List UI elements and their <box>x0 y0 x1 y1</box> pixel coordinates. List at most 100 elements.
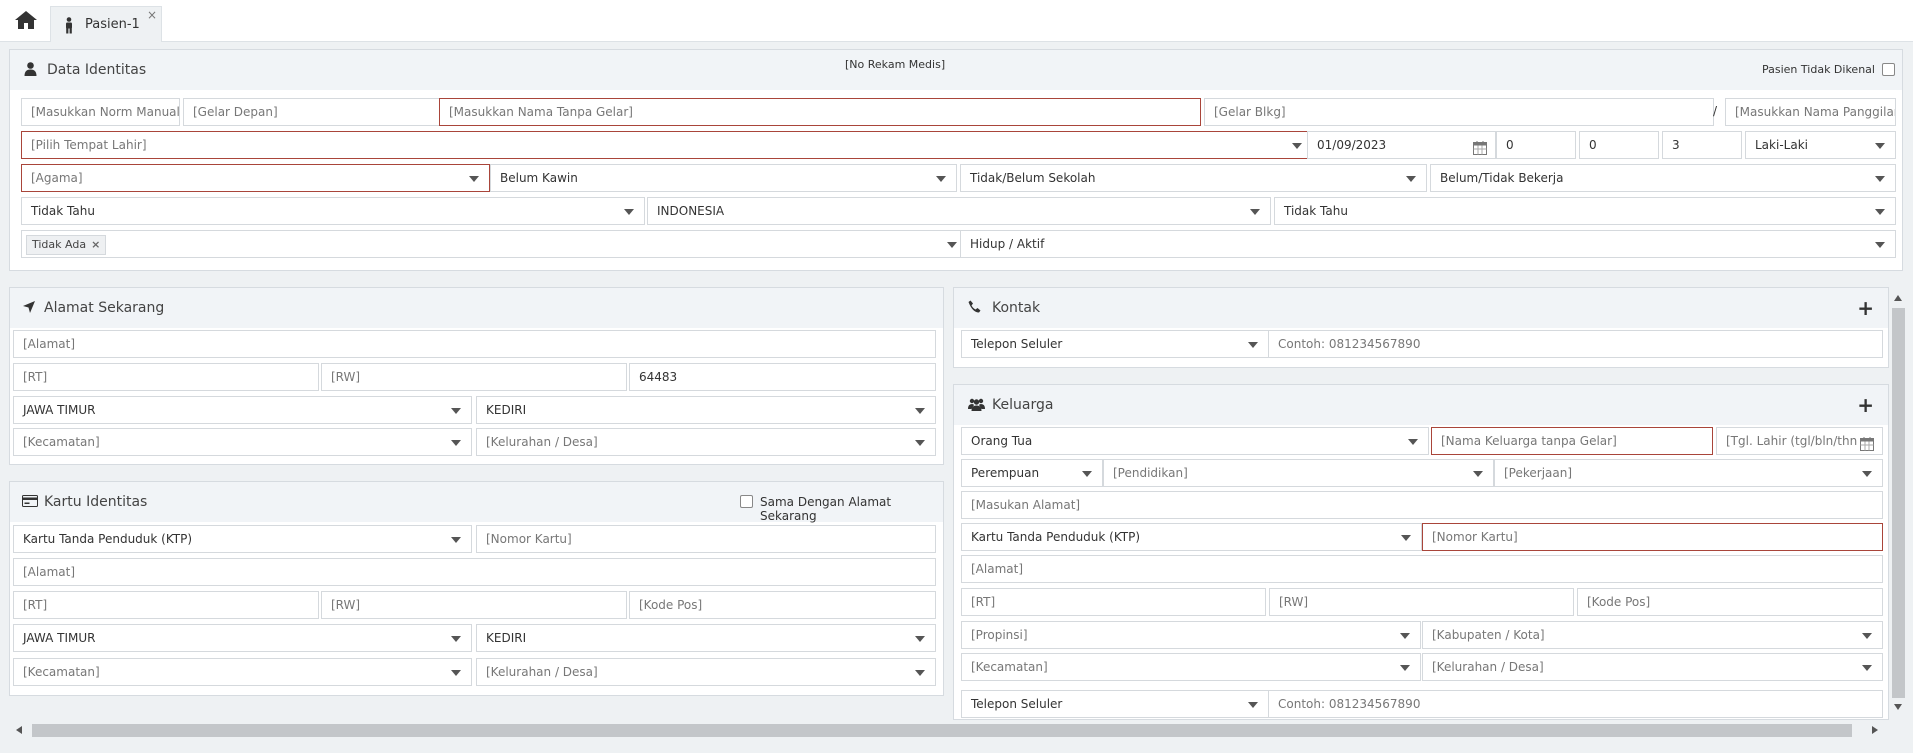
keluarga-kecamatan-select[interactable]: [Kecamatan] <box>961 653 1421 681</box>
kartu-propinsi-select[interactable]: JAWA TIMUR <box>13 624 472 652</box>
gelar-depan-input[interactable]: [Gelar Depan] <box>183 98 445 126</box>
scrollbar-thumb[interactable] <box>32 724 1852 737</box>
gol-darah-select[interactable]: Tidak Tahu <box>21 197 645 225</box>
jenis-kelamin-select[interactable]: Laki-Laki <box>1745 131 1896 159</box>
keluarga-pendidikan-select[interactable]: [Pendidikan] <box>1103 459 1494 487</box>
keluarga-pekerjaan-select[interactable]: [Pekerjaan] <box>1494 459 1883 487</box>
kartu-rw-input[interactable]: [RW] <box>321 591 627 619</box>
panel-title: Data Identitas <box>47 62 147 78</box>
keluarga-kartu-jenis-select[interactable]: Kartu Tanda Penduduk (KTP) <box>961 523 1422 551</box>
nama-input[interactable]: [Masukkan Nama Tanpa Gelar] <box>439 98 1201 126</box>
calendar-icon[interactable] <box>1473 138 1487 158</box>
keluarga-propinsi-select[interactable]: [Propinsi] <box>961 621 1421 649</box>
panel-alamat-sekarang: Alamat Sekarang [Alamat] [RT] [RW] 64483… <box>9 287 944 465</box>
kartu-rt-input[interactable]: [RT] <box>13 591 319 619</box>
same-address-label: Sama Dengan Alamat Sekarang <box>760 495 892 523</box>
horizontal-scrollbar[interactable] <box>12 722 1882 739</box>
keluarga-kelurahan-select[interactable]: [Kelurahan / Desa] <box>1422 653 1883 681</box>
pekerjaan-select[interactable]: Belum/Tidak Bekerja <box>1430 164 1896 192</box>
status-hidup-select[interactable]: Hidup / Aktif <box>960 230 1896 258</box>
kartu-kecamatan-select[interactable]: [Kecamatan] <box>13 658 472 686</box>
phone-icon <box>968 300 981 316</box>
agama-select[interactable]: [Agama] <box>21 164 490 192</box>
keluarga-jenis-kelamin-select[interactable]: Perempuan <box>961 459 1103 487</box>
panel-header: Kontak + <box>954 288 1888 328</box>
scroll-right-icon[interactable] <box>1872 726 1878 734</box>
keluarga-kode-pos-input[interactable]: [Kode Pos] <box>1577 588 1883 616</box>
location-arrow-icon <box>22 300 36 317</box>
norm-input[interactable]: [Masukkan Norm Manual] <box>21 98 180 126</box>
keluarga-kartu-nomor-input[interactable]: [Nomor Kartu] <box>1422 523 1883 551</box>
kelurahan-select[interactable]: [Kelurahan / Desa] <box>476 428 936 456</box>
home-icon[interactable] <box>14 10 40 34</box>
panggilan-input[interactable]: [Masukkan Nama Panggilan] <box>1725 98 1896 126</box>
keluarga-nama-input[interactable]: [Nama Keluarga tanpa Gelar] <box>1431 427 1713 455</box>
kontak-jenis-select[interactable]: Telepon Seluler <box>961 330 1269 358</box>
keluarga-masukan-alamat-input[interactable]: [Masukan Alamat] <box>961 491 1883 519</box>
keluarga-kontak-jenis-select[interactable]: Telepon Seluler <box>961 690 1269 718</box>
alamat-input[interactable]: [Alamat] <box>13 330 936 358</box>
panel-header: Alamat Sekarang <box>10 288 943 328</box>
id-card-icon <box>22 495 38 510</box>
add-kontak-button[interactable]: + <box>1857 298 1874 318</box>
panel-keluarga: Keluarga + Orang Tua [Nama Keluarga tanp… <box>953 384 1889 720</box>
kewarganegaraan-select[interactable]: INDONESIA <box>647 197 1271 225</box>
tab-bar: Pasien-1 × <box>0 0 1913 42</box>
panel-header: Data Identitas [No Rekam Medis] Pasien T… <box>10 50 1902 90</box>
propinsi-select[interactable]: JAWA TIMUR <box>13 396 472 424</box>
alergi-chip: Tidak Ada × <box>26 235 107 255</box>
kartu-alamat-input[interactable]: [Alamat] <box>13 558 936 586</box>
keluarga-tgl-lahir-input[interactable]: [Tgl. Lahir (tgl/bln/thn <box>1716 427 1883 455</box>
panel-title: Alamat Sekarang <box>44 300 165 316</box>
tab-pasien-1[interactable]: Pasien-1 × <box>50 6 162 42</box>
close-icon[interactable]: × <box>147 8 157 22</box>
keluarga-alamat-input[interactable]: [Alamat] <box>961 555 1883 583</box>
gelar-blkg-input[interactable]: [Gelar Blkg] <box>1204 98 1714 126</box>
scrollbar-thumb[interactable] <box>1892 308 1905 698</box>
panel-title: Keluarga <box>992 397 1054 413</box>
panel-title: Kontak <box>992 300 1041 316</box>
rt-input[interactable]: [RT] <box>13 363 319 391</box>
tidak-dikenal-checkbox[interactable] <box>1882 63 1895 76</box>
rw-input[interactable]: [RW] <box>321 363 627 391</box>
keluarga-kabupaten-select[interactable]: [Kabupaten / Kota] <box>1422 621 1883 649</box>
scroll-up-icon[interactable] <box>1894 295 1902 301</box>
kartu-kelurahan-select[interactable]: [Kelurahan / Desa] <box>476 658 936 686</box>
tidak-dikenal-label: Pasien Tidak Dikenal <box>1762 63 1875 76</box>
umur-hari-input[interactable]: 3 <box>1662 131 1742 159</box>
tempat-lahir-select[interactable]: [Pilih Tempat Lahir] <box>21 131 1313 159</box>
vertical-scrollbar[interactable] <box>1890 290 1907 715</box>
umur-tahun-input[interactable]: 0 <box>1496 131 1576 159</box>
add-keluarga-button[interactable]: + <box>1857 395 1874 415</box>
panel-header: Kartu Identitas Sama Dengan Alamat Sekar… <box>10 482 943 523</box>
kartu-jenis-select[interactable]: Kartu Tanda Penduduk (KTP) <box>13 525 472 553</box>
keluarga-kontak-nomor-input[interactable]: Contoh: 081234567890 <box>1268 690 1883 718</box>
kartu-kode-pos-input[interactable]: [Kode Pos] <box>629 591 936 619</box>
scroll-down-icon[interactable] <box>1894 704 1902 710</box>
keluarga-rt-input[interactable]: [RT] <box>961 588 1266 616</box>
kontak-nomor-input[interactable]: Contoh: 081234567890 <box>1268 330 1883 358</box>
scroll-left-icon[interactable] <box>16 726 22 734</box>
status-kawin-select[interactable]: Belum Kawin <box>490 164 957 192</box>
kartu-kabupaten-select[interactable]: KEDIRI <box>476 624 936 652</box>
panel-title: Kartu Identitas <box>44 494 148 510</box>
alergi-multiselect[interactable]: Tidak Ada × <box>21 230 968 258</box>
suku-select[interactable]: Tidak Tahu <box>1274 197 1896 225</box>
kartu-nomor-input[interactable]: [Nomor Kartu] <box>476 525 936 553</box>
pendidikan-select[interactable]: Tidak/Belum Sekolah <box>960 164 1427 192</box>
umur-bulan-input[interactable]: 0 <box>1579 131 1659 159</box>
kabupaten-select[interactable]: KEDIRI <box>476 396 936 424</box>
panel-kontak: Kontak + Telepon Seluler Contoh: 0812345… <box>953 287 1889 368</box>
calendar-icon[interactable] <box>1860 434 1874 454</box>
kecamatan-select[interactable]: [Kecamatan] <box>13 428 472 456</box>
panel-data-identitas: Data Identitas [No Rekam Medis] Pasien T… <box>9 49 1903 271</box>
keluarga-rw-input[interactable]: [RW] <box>1269 588 1574 616</box>
tgl-lahir-input[interactable]: 01/09/2023 <box>1307 131 1496 159</box>
keluarga-tgl-lahir-value: [Tgl. Lahir (tgl/bln/thn <box>1726 434 1858 448</box>
users-icon <box>968 398 985 414</box>
same-address-checkbox[interactable] <box>740 495 753 508</box>
remove-icon[interactable]: × <box>91 238 100 251</box>
kode-pos-input[interactable]: 64483 <box>629 363 936 391</box>
user-icon <box>24 62 37 79</box>
hubungan-select[interactable]: Orang Tua <box>961 427 1429 455</box>
